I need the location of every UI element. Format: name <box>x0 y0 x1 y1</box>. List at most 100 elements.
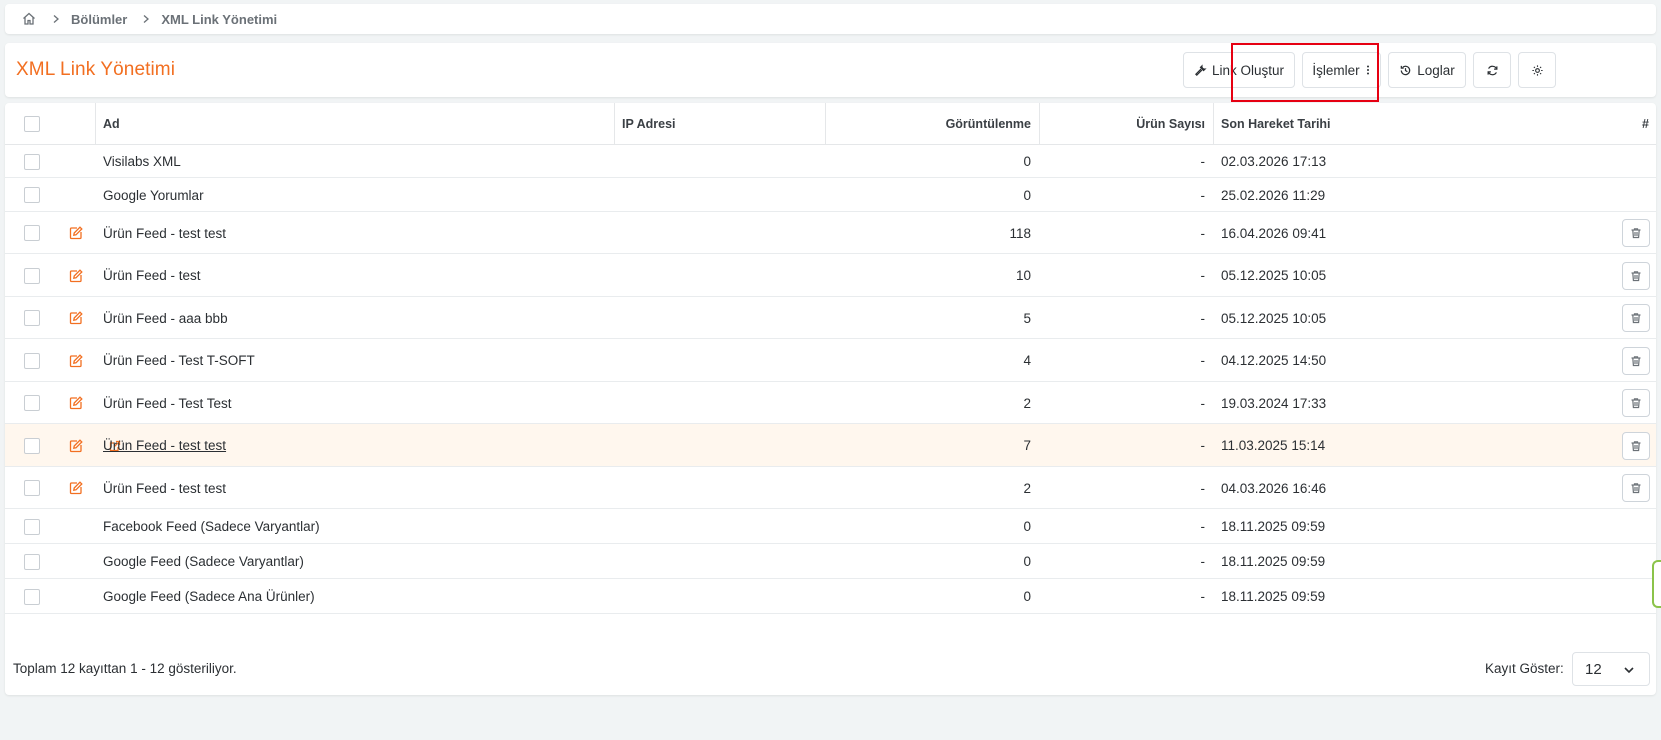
edit-icon[interactable] <box>68 438 84 454</box>
col-last-activity[interactable]: Son Hareket Tarihi <box>1221 103 1331 145</box>
trash-icon <box>1630 270 1642 282</box>
row-checkbox[interactable] <box>24 437 40 454</box>
edit-icon[interactable] <box>68 310 84 326</box>
row-checkbox[interactable] <box>24 480 40 496</box>
delete-button[interactable] <box>1622 389 1650 417</box>
chevron-right-icon <box>141 14 151 24</box>
history-icon <box>1399 64 1412 77</box>
highlight-box <box>1231 43 1379 102</box>
page-size-select[interactable]: 12 <box>1572 652 1650 686</box>
page-size-value: 12 <box>1585 660 1602 678</box>
logs-button[interactable]: Loglar <box>1388 52 1466 88</box>
table-row: Ürün Feed - Test T-SOFT 4 -04.12.2025 14:5… <box>5 339 1656 382</box>
edit-icon[interactable] <box>68 395 84 411</box>
row-last-activity: 05.12.2025 10:05 <box>1221 268 1327 283</box>
row-last-activity: 04.03.2026 16:46 <box>1221 480 1327 496</box>
row-checkbox[interactable] <box>24 187 40 203</box>
chevron-down-icon <box>1623 664 1635 676</box>
row-views: 10 <box>1015 268 1031 283</box>
row-views: 0 <box>1023 519 1031 534</box>
row-checkbox[interactable] <box>24 588 40 605</box>
table-row: Google Feed (Sadece Varyantlar) 0 -18.11.2… <box>5 544 1656 579</box>
row-views: 0 <box>1023 154 1031 169</box>
select-all-checkbox[interactable] <box>24 116 40 132</box>
row-name: Google Feed (Sadece Varyantlar) <box>103 554 304 569</box>
row-checkbox[interactable] <box>24 553 40 570</box>
trash-icon <box>1630 312 1642 324</box>
row-name: Ürün Feed - Test Test <box>103 395 232 411</box>
table-row: Ürün Feed - aaa bbb 5 -05.12.2025 10:05 <box>5 297 1656 339</box>
row-checkbox[interactable] <box>24 225 40 241</box>
row-products: - <box>1200 395 1206 411</box>
row-checkbox[interactable] <box>24 267 40 284</box>
refresh-button[interactable] <box>1473 52 1511 88</box>
row-name: Ürün Feed - test test <box>103 225 227 241</box>
row-last-activity: 11.03.2025 15:14 <box>1221 438 1326 453</box>
row-name: Ürün Feed - test <box>103 268 201 283</box>
edit-icon[interactable] <box>68 268 84 284</box>
trash-icon <box>1630 355 1642 367</box>
table-row: Ürün Feed - test test 2 -04.03.2026 16:46 <box>5 467 1656 509</box>
delete-button[interactable] <box>1622 304 1650 332</box>
row-last-activity: 16.04.2026 09:41 <box>1221 225 1327 241</box>
row-views: 2 <box>1023 395 1031 411</box>
table-row: Ürün Feed - test test 7 -11.03.2025 15:14 <box>5 424 1656 467</box>
table-row: Ürün Feed - test 10 -05.12.2025 10:05 <box>5 254 1656 297</box>
row-products: - <box>1200 225 1206 241</box>
row-name: Google Feed (Sadece Ana Ürünler) <box>103 589 315 604</box>
table-row: Google Yorumlar 0 -25.02.2026 11:29 <box>5 178 1656 212</box>
delete-button[interactable] <box>1622 346 1650 375</box>
col-views[interactable]: Görüntülenme <box>825 103 1031 145</box>
row-views: 0 <box>1023 589 1031 604</box>
row-checkbox[interactable] <box>24 153 40 170</box>
col-products[interactable]: Ürün Sayısı <box>1039 103 1205 145</box>
xml-links-table: Ad IP Adresi Görüntülenme Ürün Sayısı So… <box>5 103 1656 695</box>
row-checkbox[interactable] <box>24 310 40 326</box>
col-ip[interactable]: IP Adresi <box>622 103 676 145</box>
home-icon[interactable] <box>21 11 37 27</box>
trash-icon <box>1630 397 1642 409</box>
row-last-activity: 18.11.2025 09:59 <box>1221 554 1326 569</box>
row-last-activity: 05.12.2025 10:05 <box>1221 310 1327 326</box>
row-products: - <box>1200 554 1206 569</box>
row-checkbox[interactable] <box>24 518 40 535</box>
delete-button[interactable] <box>1622 219 1650 247</box>
row-products: - <box>1200 187 1206 203</box>
row-name: Visilabs XML <box>103 154 181 169</box>
row-name[interactable]: Ürün Feed - test test <box>103 438 226 453</box>
row-name: Google Yorumlar <box>103 187 204 203</box>
edit-icon[interactable] <box>68 480 84 496</box>
settings-button[interactable] <box>1518 52 1556 88</box>
row-checkbox[interactable] <box>24 395 40 411</box>
delete-button[interactable] <box>1622 431 1650 460</box>
gear-icon <box>1531 64 1544 77</box>
row-checkbox[interactable] <box>24 352 40 369</box>
refresh-icon <box>1486 64 1499 77</box>
delete-button[interactable] <box>1622 474 1650 502</box>
row-views: 5 <box>1023 310 1031 326</box>
logs-label: Loglar <box>1417 62 1455 78</box>
row-name-cell[interactable]: Ürün Feed - test test <box>103 424 226 467</box>
row-last-activity: 18.11.2025 09:59 <box>1221 519 1326 534</box>
breadcrumb-item-sections[interactable]: Bölümler <box>71 12 127 27</box>
wrench-icon <box>1194 63 1207 77</box>
table-header: Ad IP Adresi Görüntülenme Ürün Sayısı So… <box>5 103 1656 145</box>
page-header: XML Link Yönetimi Link Oluştur İşlemler … <box>5 43 1656 97</box>
breadcrumb: Bölümler XML Link Yönetimi <box>5 4 1656 34</box>
trash-icon <box>1630 440 1642 452</box>
row-last-activity: 04.12.2025 14:50 <box>1221 353 1327 368</box>
row-name: Facebook Feed (Sadece Varyantlar) <box>103 519 320 534</box>
table-row: Facebook Feed (Sadece Varyantlar) 0 -18.11… <box>5 509 1656 544</box>
side-tab[interactable] <box>1652 560 1661 608</box>
edit-icon[interactable] <box>68 353 84 369</box>
row-products: - <box>1200 519 1206 534</box>
chevron-right-icon <box>51 14 61 24</box>
row-views: 118 <box>1009 225 1031 241</box>
row-views: 0 <box>1023 554 1031 569</box>
row-products: - <box>1200 154 1206 169</box>
edit-icon[interactable] <box>68 225 84 241</box>
row-products: - <box>1200 353 1206 368</box>
delete-button[interactable] <box>1622 261 1650 290</box>
row-products: - <box>1200 589 1206 604</box>
col-name[interactable]: Ad <box>103 103 120 145</box>
